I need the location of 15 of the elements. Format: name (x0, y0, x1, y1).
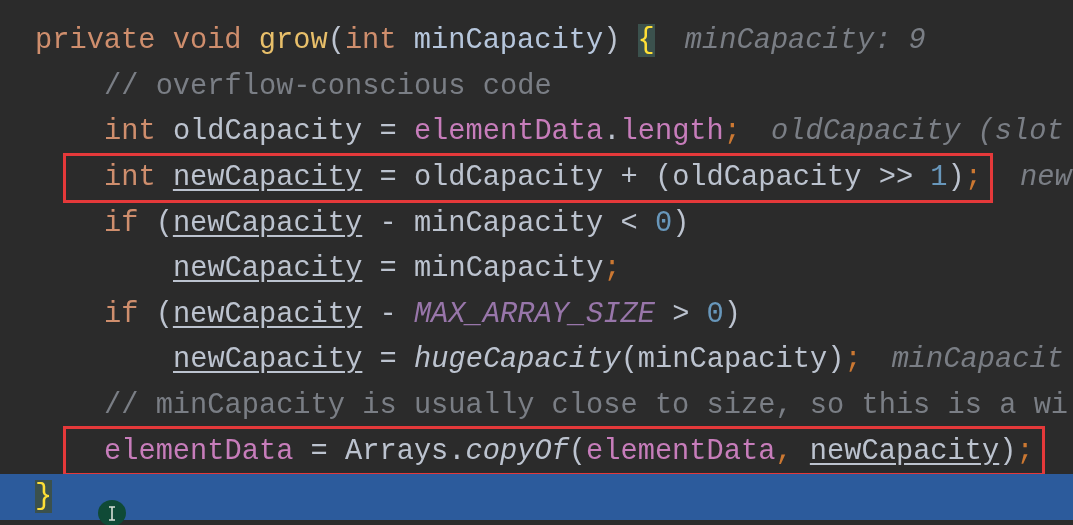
code-line: if (newCapacity - MAX_ARRAY_SIZE > 0) (104, 297, 741, 331)
inline-hint: minCapacit (891, 343, 1064, 377)
code-line: if (newCapacity - minCapacity < 0) (104, 206, 690, 240)
code-line: elementData = Arrays.copyOf(elementData, newCapacity); (104, 434, 1034, 468)
code-line: private void grow(int minCapacity) { (35, 24, 655, 58)
code-line: // minCapacity is usually close to size, so this is a wi (104, 389, 1069, 423)
text-cursor-icon (97, 497, 127, 525)
code-line: newCapacity = hugeCapacity(minCapacity); (173, 343, 862, 377)
inline-hint: minCapacity: 9 (684, 24, 926, 58)
inline-hint: oldCapacity (slot (771, 115, 1064, 149)
code-line: int newCapacity = oldCapacity + (oldCapacity >> 1); (104, 161, 982, 195)
code-line: int oldCapacity = elementData.length; (104, 115, 741, 149)
code-line: newCapacity = minCapacity; (173, 252, 621, 286)
inline-hint: new (1020, 161, 1072, 195)
code-line: // overflow-conscious code (104, 69, 552, 103)
